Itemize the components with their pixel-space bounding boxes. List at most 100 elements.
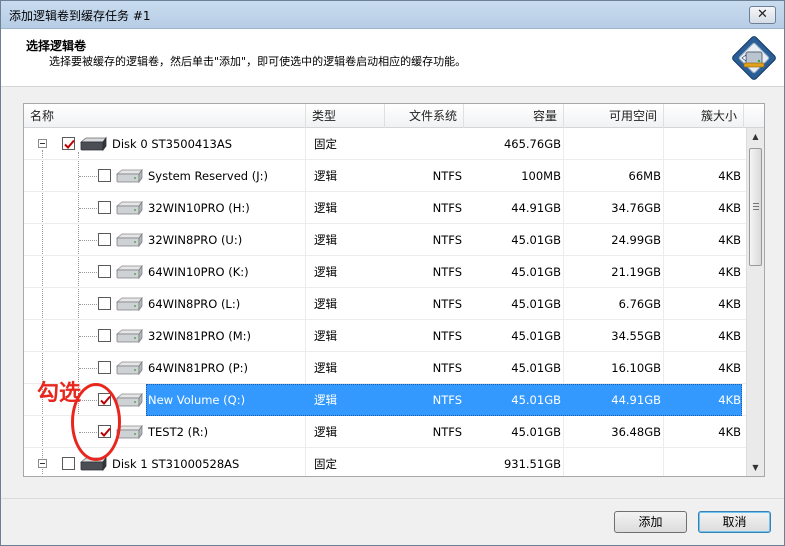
cell-name: New Volume (Q:) bbox=[148, 393, 246, 407]
row-checkbox[interactable] bbox=[98, 169, 111, 182]
row-checkbox[interactable] bbox=[98, 201, 111, 214]
tree-line bbox=[79, 176, 97, 177]
cell-capacity: 45.01GB bbox=[511, 329, 561, 343]
scroll-up-arrow-icon[interactable]: ▲ bbox=[747, 128, 764, 145]
header-title: 选择逻辑卷 bbox=[26, 39, 87, 53]
cell-name: 64WIN10PRO (K:) bbox=[148, 265, 249, 279]
cell-filesystem: NTFS bbox=[432, 297, 462, 311]
close-button[interactable]: ✕ bbox=[749, 6, 776, 24]
cell-capacity: 45.01GB bbox=[511, 265, 561, 279]
volume-row[interactable]: System Reserved (J:) 逻辑 NTFS 100MB 66MB 4KB bbox=[24, 160, 746, 192]
cell-filesystem bbox=[384, 128, 462, 160]
tree-line bbox=[79, 208, 97, 209]
volume-drive-icon bbox=[114, 328, 144, 347]
cell-free-space: 24.99GB bbox=[611, 233, 661, 247]
column-name[interactable]: 名称 bbox=[24, 104, 306, 128]
cell-name: 64WIN8PRO (L:) bbox=[148, 297, 241, 311]
row-checkbox[interactable] bbox=[98, 233, 111, 246]
cell-name: 32WIN10PRO (H:) bbox=[148, 201, 250, 215]
cell-cluster-size: 4KB bbox=[718, 233, 741, 247]
column-cluster-size[interactable]: 簇大小 bbox=[664, 104, 744, 128]
scroll-down-arrow-icon[interactable]: ▼ bbox=[747, 459, 764, 476]
tree-line bbox=[79, 368, 97, 369]
volume-row[interactable]: 32WIN10PRO (H:) 逻辑 NTFS 44.91GB 34.76GB 4KB bbox=[24, 192, 746, 224]
annotation-circle bbox=[71, 383, 121, 461]
scroll-thumb[interactable] bbox=[749, 148, 762, 266]
footer-divider bbox=[1, 498, 784, 499]
hard-disk-icon bbox=[78, 136, 108, 155]
title-bar[interactable]: 添加逻辑卷到缓存任务 #1 ✕ bbox=[1, 1, 784, 29]
cell-type: 逻辑 bbox=[314, 297, 337, 311]
column-free-space[interactable]: 可用空间 bbox=[564, 104, 664, 128]
volume-row[interactable]: TEST2 (R:) 逻辑 NTFS 45.01GB 36.48GB 4KB bbox=[24, 416, 746, 448]
add-button[interactable]: 添加 bbox=[614, 511, 687, 533]
row-checkbox[interactable] bbox=[62, 457, 75, 470]
cell-free-space: 34.76GB bbox=[611, 201, 661, 215]
header-description: 选择要被缓存的逻辑卷，然后单击"添加"，即可使选中的逻辑卷启动相应的缓存功能。 bbox=[49, 55, 467, 68]
row-checkbox[interactable] bbox=[62, 137, 75, 150]
cell-filesystem bbox=[384, 448, 462, 476]
cell-type: 逻辑 bbox=[314, 233, 337, 247]
volume-row[interactable]: 64WIN81PRO (P:) 逻辑 NTFS 45.01GB 16.10GB 4KB bbox=[24, 352, 746, 384]
column-type[interactable]: 类型 bbox=[306, 104, 385, 128]
cell-capacity: 45.01GB bbox=[511, 297, 561, 311]
cell-cluster-size: 4KB bbox=[718, 425, 741, 439]
cell-capacity: 44.91GB bbox=[511, 201, 561, 215]
cell-name: System Reserved (J:) bbox=[148, 169, 268, 183]
cell-type: 逻辑 bbox=[314, 329, 337, 343]
cell-cluster-size: 4KB bbox=[718, 265, 741, 279]
cell-type: 固定 bbox=[314, 137, 337, 151]
cell-cluster-size: 4KB bbox=[718, 393, 741, 407]
cell-filesystem: NTFS bbox=[432, 425, 462, 439]
volume-row[interactable]: 64WIN10PRO (K:) 逻辑 NTFS 45.01GB 21.19GB 4KB bbox=[24, 256, 746, 288]
row-checkbox[interactable] bbox=[98, 297, 111, 310]
column-filesystem[interactable]: 文件系统 bbox=[385, 104, 464, 128]
cell-filesystem: NTFS bbox=[432, 169, 462, 183]
volume-row[interactable]: 64WIN8PRO (L:) 逻辑 NTFS 45.01GB 6.76GB 4KB bbox=[24, 288, 746, 320]
cell-capacity: 465.76GB bbox=[503, 137, 561, 151]
cell-free-space: 66MB bbox=[628, 169, 661, 183]
tree-collapse-icon[interactable] bbox=[38, 139, 47, 148]
cell-capacity: 931.51GB bbox=[503, 457, 561, 471]
row-checkbox[interactable] bbox=[98, 329, 111, 342]
cell-free-space bbox=[564, 448, 661, 476]
cell-free-space: 36.48GB bbox=[611, 425, 661, 439]
cell-type: 逻辑 bbox=[314, 201, 337, 215]
cell-filesystem: NTFS bbox=[432, 233, 462, 247]
column-header-row: 名称 类型 文件系统 容量 可用空间 簇大小 bbox=[24, 104, 764, 128]
cell-name: Disk 0 ST3500413AS bbox=[112, 137, 233, 151]
disk-row[interactable]: Disk 1 ST31000528AS 固定 931.51GB bbox=[24, 448, 746, 476]
cell-free-space: 16.10GB bbox=[611, 361, 661, 375]
cell-name: 32WIN81PRO (M:) bbox=[148, 329, 252, 343]
cell-filesystem: NTFS bbox=[432, 361, 462, 375]
cell-capacity: 45.01GB bbox=[511, 393, 561, 407]
tree-collapse-icon[interactable] bbox=[38, 459, 47, 468]
window-title: 添加逻辑卷到缓存任务 #1 bbox=[9, 9, 151, 23]
cell-capacity: 45.01GB bbox=[511, 233, 561, 247]
cell-filesystem: NTFS bbox=[432, 265, 462, 279]
column-capacity[interactable]: 容量 bbox=[464, 104, 564, 128]
volume-row[interactable]: New Volume (Q:) 逻辑 NTFS 45.01GB 44.91GB 4KB bbox=[24, 384, 746, 416]
cell-cluster-size: 4KB bbox=[718, 169, 741, 183]
volume-drive-icon bbox=[114, 264, 144, 283]
cell-free-space bbox=[564, 128, 661, 160]
cell-cluster-size: 4KB bbox=[718, 329, 741, 343]
volume-list[interactable]: 名称 类型 文件系统 容量 可用空间 簇大小 Disk 0 ST3500413A… bbox=[23, 103, 765, 477]
cell-cluster-size: 4KB bbox=[718, 361, 741, 375]
cell-filesystem: NTFS bbox=[432, 393, 462, 407]
disk-row[interactable]: Disk 0 ST3500413AS 固定 465.76GB bbox=[24, 128, 746, 160]
cell-cluster-size bbox=[664, 128, 741, 160]
cell-free-space: 34.55GB bbox=[611, 329, 661, 343]
cell-filesystem: NTFS bbox=[432, 329, 462, 343]
cell-capacity: 45.01GB bbox=[511, 361, 561, 375]
cell-cluster-size: 4KB bbox=[718, 297, 741, 311]
volume-row[interactable]: 32WIN81PRO (M:) 逻辑 NTFS 45.01GB 34.55GB 4KB bbox=[24, 320, 746, 352]
tree-line bbox=[79, 304, 97, 305]
volume-drive-icon bbox=[114, 168, 144, 187]
row-checkbox[interactable] bbox=[98, 361, 111, 374]
row-checkbox[interactable] bbox=[98, 265, 111, 278]
cancel-button[interactable]: 取消 bbox=[698, 511, 771, 533]
vertical-scrollbar[interactable]: ▲ ▼ bbox=[746, 128, 764, 476]
volume-row[interactable]: 32WIN8PRO (U:) 逻辑 NTFS 45.01GB 24.99GB 4KB bbox=[24, 224, 746, 256]
cell-name: TEST2 (R:) bbox=[148, 425, 209, 439]
